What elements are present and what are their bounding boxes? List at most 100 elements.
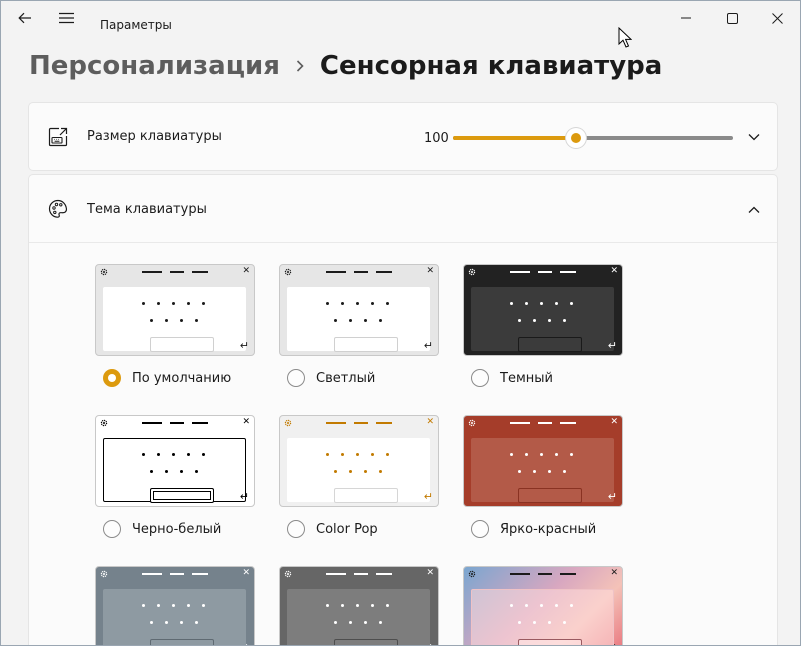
keys-area xyxy=(103,589,246,645)
enter-key-icon: ↵ xyxy=(423,339,433,352)
keys-area xyxy=(103,287,246,352)
enter-key-icon: ↵ xyxy=(608,642,617,646)
close-icon: ✕ xyxy=(426,266,434,276)
theme-name-label: Темный xyxy=(500,370,553,386)
theme-option[interactable]: ✕↵ xyxy=(279,566,439,646)
mouse-cursor-icon xyxy=(618,27,632,48)
keys-area xyxy=(471,589,614,645)
minimize-icon xyxy=(681,17,691,19)
palette-icon xyxy=(48,199,68,218)
spacebar xyxy=(150,488,214,503)
handle-bars xyxy=(142,573,208,575)
theme-radio-button[interactable] xyxy=(103,520,121,538)
key-row xyxy=(326,453,389,456)
breadcrumb: Персонализация Сенсорная клавиатура xyxy=(29,51,662,81)
keys-area xyxy=(287,438,430,503)
back-button[interactable] xyxy=(12,7,38,29)
key-row xyxy=(326,302,389,305)
theme-radio-row[interactable]: Светлый xyxy=(287,369,439,387)
handle-bars xyxy=(142,271,208,273)
close-icon: ✕ xyxy=(610,417,618,427)
theme-preview[interactable]: ✕↵ xyxy=(279,264,439,356)
keys-area xyxy=(471,438,614,503)
theme-option[interactable]: ✕↵ xyxy=(95,566,255,645)
maximize-button[interactable] xyxy=(709,1,755,35)
theme-radio-row[interactable]: Черно-белый xyxy=(103,520,255,538)
key-row xyxy=(518,319,566,322)
key-row xyxy=(142,453,205,456)
theme-preview[interactable]: ✕↵ xyxy=(463,566,623,646)
spacebar xyxy=(334,488,398,503)
theme-option[interactable]: ✕ ↵ Темный xyxy=(463,264,623,387)
enter-key-icon: ↵ xyxy=(239,490,249,503)
theme-name-label: Ярко-красный xyxy=(500,521,597,537)
close-icon: ✕ xyxy=(242,417,250,427)
theme-option[interactable]: ✕ ↵ Светлый xyxy=(279,264,439,387)
keyboard-size-value: 100 xyxy=(424,131,449,146)
close-icon: ✕ xyxy=(426,568,434,578)
key-row xyxy=(150,621,198,624)
theme-option[interactable]: ✕↵ xyxy=(463,566,623,646)
spacebar xyxy=(150,337,214,352)
slider-thumb[interactable] xyxy=(566,128,587,148)
hamburger-menu-icon xyxy=(58,12,74,24)
maximize-icon xyxy=(726,12,738,24)
theme-radio-row[interactable]: Темный xyxy=(471,369,623,387)
theme-option[interactable]: ✕ ↵ Ярко-красный xyxy=(463,415,623,538)
theme-radio-row[interactable]: По умолчанию xyxy=(103,369,255,387)
theme-preview[interactable]: ✕↵ xyxy=(463,415,623,507)
theme-preview[interactable]: ✕↵ xyxy=(463,264,623,356)
handle-bars xyxy=(510,271,576,273)
gear-icon xyxy=(468,570,476,578)
theme-preview[interactable]: ✕↵ xyxy=(95,415,255,507)
spacebar xyxy=(334,337,398,352)
menu-button[interactable] xyxy=(53,7,79,29)
enter-key-icon: ↵ xyxy=(424,642,433,646)
settings-window: Параметры Персонализация Сенсорная клави… xyxy=(0,0,801,646)
theme-option[interactable]: ✕ ↵ Черно-белый xyxy=(95,415,255,538)
key-row xyxy=(510,453,573,456)
key-row xyxy=(518,470,566,473)
chevron-down-icon[interactable] xyxy=(747,130,761,144)
theme-radio-button[interactable] xyxy=(471,520,489,538)
theme-option[interactable]: ✕ ↵ По умолчанию xyxy=(95,264,255,387)
gear-icon xyxy=(284,268,292,276)
keyboard-size-label: Размер клавиатуры xyxy=(87,129,222,144)
keyboard-size-card: Размер клавиатуры 100 xyxy=(28,102,778,171)
gear-icon xyxy=(468,268,476,276)
keyboard-size-slider[interactable] xyxy=(453,128,733,148)
handle-bars xyxy=(326,422,392,424)
gear-icon xyxy=(100,570,108,578)
theme-preview[interactable]: ✕↵ xyxy=(95,566,255,645)
theme-radio-button[interactable] xyxy=(471,369,489,387)
enter-key-icon: ↵ xyxy=(607,339,617,352)
close-button[interactable] xyxy=(754,1,800,35)
enter-key-icon: ↵ xyxy=(607,490,617,503)
enter-key-icon: ↵ xyxy=(423,490,433,503)
theme-radio-row[interactable]: Ярко-красный xyxy=(471,520,623,538)
handle-bars xyxy=(142,422,208,424)
breadcrumb-parent-link[interactable]: Персонализация xyxy=(29,51,280,81)
keyboard-theme-card: Тема клавиатуры ✕ ↵ По умолчанию ✕ ↵ Светлый ✕… xyxy=(28,174,778,646)
minimize-button[interactable] xyxy=(663,1,709,35)
theme-radio-button[interactable] xyxy=(287,520,305,538)
chevron-right-icon xyxy=(296,60,304,72)
theme-preview[interactable]: ✕↵ xyxy=(279,566,439,646)
key-row xyxy=(326,604,389,607)
chevron-up-icon[interactable] xyxy=(747,203,761,217)
theme-option[interactable]: ✕ ↵ Color Pop xyxy=(279,415,439,538)
key-row xyxy=(334,621,382,624)
app-title: Параметры xyxy=(100,18,172,32)
theme-preview[interactable]: ✕↵ xyxy=(95,264,255,356)
title-bar: Параметры xyxy=(1,1,800,35)
key-row xyxy=(150,319,198,322)
back-arrow-icon xyxy=(18,12,31,24)
keys-area xyxy=(287,589,430,645)
key-row xyxy=(142,302,205,305)
theme-radio-row[interactable]: Color Pop xyxy=(287,520,439,538)
theme-name-label: Светлый xyxy=(316,370,376,386)
theme-radio-button[interactable] xyxy=(287,369,305,387)
spacebar xyxy=(334,639,398,645)
theme-preview[interactable]: ✕↵ xyxy=(279,415,439,507)
theme-radio-button[interactable] xyxy=(103,369,121,387)
